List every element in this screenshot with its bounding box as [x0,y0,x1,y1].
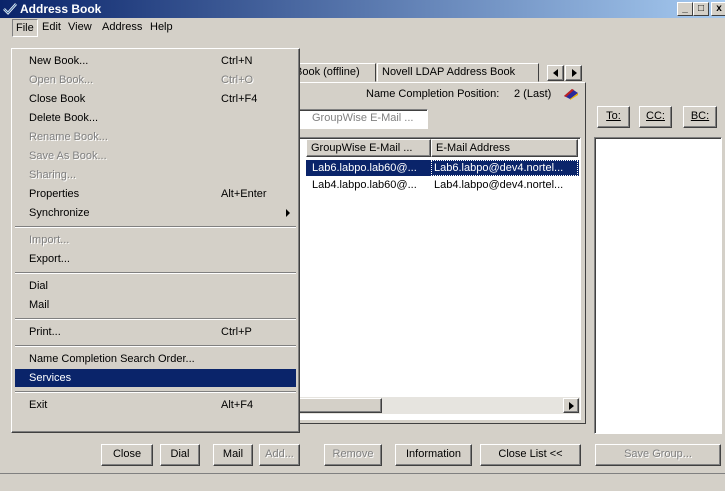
menu-item-label: Name Completion Search Order... [29,353,195,365]
file-menu-item-services[interactable]: Services [15,369,296,387]
column-header-email-address[interactable]: E-Mail Address [431,139,578,157]
menu-item-label: Open Book... [29,74,94,86]
file-menu-item-close-book[interactable]: Close Book Ctrl+F4 [15,90,296,108]
to-button[interactable]: To: [597,106,630,128]
menu-item-label: Synchronize [29,207,90,219]
name-completion-value: 2 (Last) [514,88,552,100]
file-menu-item-synchronize[interactable]: Synchronize [15,204,296,222]
title-bar: Address Book _ □ x [0,0,725,18]
file-menu-item-properties[interactable]: Properties Alt+Enter [15,185,296,203]
menu-item-shortcut: Ctrl+F4 [221,93,258,105]
file-menu-item-import[interactable]: Import... [15,231,296,249]
status-bar-divider [0,473,725,474]
menu-view[interactable]: View [68,21,92,33]
file-menu-item-save-as-book[interactable]: Save As Book... [15,147,296,165]
menu-item-label: Print... [29,326,61,338]
table-cell-email: Lab4.labpo@dev4.nortel... [434,179,564,191]
file-menu-item-dial[interactable]: Dial [15,277,296,295]
file-menu-item-print[interactable]: Print... Ctrl+P [15,323,296,341]
add-button[interactable]: Add... [259,444,300,466]
close-button[interactable]: Close [101,444,153,466]
tab-scroll-left-button[interactable] [547,65,564,81]
menu-item-label: Exit [29,399,48,411]
menu-item-label: Delete Book... [29,112,99,124]
close-list-button[interactable]: Close List << [480,444,581,466]
file-menu-item-sharing[interactable]: Sharing... [15,166,296,184]
menu-address[interactable]: Address [102,21,142,33]
file-menu-item-exit[interactable]: Exit Alt+F4 [15,396,296,414]
minimize-button[interactable]: _ [677,2,693,16]
menu-item-label: Dial [29,280,48,292]
menu-bar: File Edit View Address Help [0,18,725,38]
menu-item-label: Save As Book... [29,150,107,162]
scrollbar-thumb[interactable] [297,398,382,413]
menu-item-shortcut: Alt+F4 [221,399,254,411]
menu-separator [15,345,296,347]
address-book-icon [3,3,17,15]
maximize-button[interactable]: □ [693,2,709,16]
menu-separator [15,318,296,320]
tab-scroll-right-button[interactable] [565,65,582,81]
scroll-right-button[interactable] [563,398,579,413]
menu-item-label: Properties [29,188,80,200]
column-header-groupwise-email[interactable]: GroupWise E-Mail ... [306,139,431,157]
cc-button[interactable]: CC: [639,106,672,128]
remove-button[interactable]: Remove [324,444,382,466]
arrow-left-icon [553,69,558,77]
file-menu-item-name-completion-search-order[interactable]: Name Completion Search Order... [15,350,296,368]
arrow-right-icon [569,402,574,410]
tab-book-offline[interactable]: Book (offline) [290,63,376,82]
tab-novell-ldap[interactable]: Novell LDAP Address Book [377,63,539,82]
menu-separator [15,272,296,274]
bc-button[interactable]: BC: [683,106,717,128]
menu-edit[interactable]: Edit [42,21,61,33]
menu-item-label: Rename Book... [29,131,108,143]
menu-item-label: Sharing... [29,169,77,181]
menu-item-label: Export... [29,253,70,265]
close-window-button[interactable]: x [711,2,725,16]
menu-item-label: New Book... [29,55,89,67]
file-menu-item-new-book[interactable]: New Book... Ctrl+N [15,52,296,70]
menu-item-label: Mail [29,299,50,311]
menu-separator [15,226,296,228]
file-menu-item-rename-book[interactable]: Rename Book... [15,128,296,146]
file-menu-dropdown: New Book... Ctrl+N Open Book... Ctrl+O Close… [11,48,300,433]
menu-item-shortcut: Ctrl+N [221,55,253,67]
window-title: Address Book [20,2,102,16]
table-cell-groupwise: Lab4.labpo.lab60@... [312,179,417,191]
dial-button[interactable]: Dial [160,444,200,466]
submenu-arrow-icon [286,209,290,217]
table-cell-groupwise: Lab6.labpo.lab60@... [312,162,417,174]
arrow-right-icon [572,69,577,77]
file-menu-item-mail[interactable]: Mail [15,296,296,314]
menu-item-label: Services [29,372,72,384]
file-menu-item-open-book[interactable]: Open Book... Ctrl+O [15,71,296,89]
search-input[interactable]: GroupWise E-Mail ... [298,109,428,129]
menu-item-label: Close Book [29,93,86,105]
menu-item-shortcut: Alt+Enter [221,188,267,200]
file-menu-item-export[interactable]: Export... [15,250,296,268]
table-cell-email: Lab6.labpo@dev4.nortel... [431,160,578,176]
recipient-list[interactable] [594,137,722,434]
menu-item-label: Import... [29,234,70,246]
book-icon [564,89,578,100]
file-menu-item-delete-book[interactable]: Delete Book... [15,109,296,127]
name-completion-label: Name Completion Position: [366,88,500,100]
information-button[interactable]: Information [395,444,472,466]
menu-file[interactable]: File [12,19,38,37]
menu-item-shortcut: Ctrl+O [221,74,254,86]
menu-item-shortcut: Ctrl+P [221,326,252,338]
menu-help[interactable]: Help [150,21,173,33]
menu-separator [15,391,296,393]
mail-button[interactable]: Mail [213,444,253,466]
save-group-button[interactable]: Save Group... [595,444,721,466]
